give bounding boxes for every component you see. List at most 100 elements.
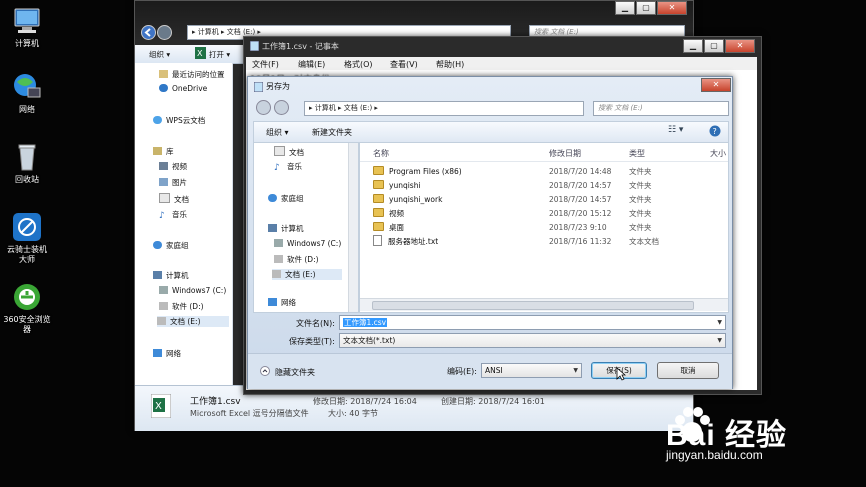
details-modified: 修改日期: 2018/7/24 16:04 [313, 397, 417, 406]
breadcrumb-drive-e[interactable]: 文档 (E:) [344, 104, 372, 112]
maximize-button[interactable]: ▢ [636, 1, 656, 15]
drive-icon [159, 286, 168, 294]
recent-icon [159, 70, 168, 78]
cancel-button[interactable]: 取消 [657, 362, 719, 379]
menu-edit[interactable]: 编辑(E) [298, 59, 325, 70]
hide-folders-toggle[interactable]: 隐藏文件夹 [275, 367, 315, 378]
file-date: 2018/7/20 15:12 [549, 209, 612, 218]
column-type[interactable]: 类型 [629, 148, 645, 159]
close-button[interactable]: ✕ [657, 1, 687, 15]
savetype-select[interactable]: 文本文档(*.txt) ▼ [339, 333, 726, 348]
saveas-search-input[interactable]: 搜索 文档 (E:) [593, 101, 729, 116]
document-icon [274, 146, 285, 156]
nav-homegroup[interactable]: 家庭组 [268, 193, 304, 204]
recycle-bin-icon [12, 142, 42, 172]
file-row[interactable]: Program Files (x86) 2018/7/20 14:48 文件夹 [360, 165, 728, 179]
svg-text:X: X [155, 401, 162, 412]
nav-drive-c[interactable]: Windows7 (C:) [159, 286, 226, 295]
open-button[interactable]: 打开 ▾ [209, 49, 230, 60]
breadcrumb-drive-e[interactable]: 文档 (E:) [227, 28, 255, 36]
menu-help[interactable]: 帮助(H) [436, 59, 464, 70]
view-options-icon[interactable]: ☷ ▾ [668, 125, 683, 135]
saveas-address-bar[interactable]: ▸ 计算机 ▸ 文档 (E:) ▸ [304, 101, 584, 116]
nav-recent[interactable]: 最近访问的位置 [159, 69, 225, 80]
nav-drive-e[interactable]: 文档 (E:) [157, 316, 229, 327]
breadcrumb-computer[interactable]: 计算机 [315, 104, 336, 112]
desktop-icon-label: 云骑士装机 [7, 245, 47, 254]
cloud-icon [153, 116, 162, 124]
file-row[interactable]: yunqishi 2018/7/20 14:57 文件夹 [360, 179, 728, 193]
folder-icon [373, 194, 384, 203]
nav-drive-d[interactable]: 软件 (D:) [274, 254, 319, 265]
help-icon[interactable]: ? [709, 125, 721, 139]
file-type: 文件夹 [629, 209, 652, 218]
organize-button[interactable]: 组织 ▾ [149, 49, 170, 60]
desktop-icon-label: 计算机 [15, 39, 39, 48]
breadcrumb-computer[interactable]: 计算机 [198, 28, 219, 36]
saveas-close-button[interactable]: ✕ [701, 78, 731, 92]
music-icon: ♪ [159, 211, 165, 221]
column-size[interactable]: 大小 [710, 148, 726, 159]
desktop-icon-network[interactable]: 网络 [0, 72, 54, 115]
nav-computer[interactable]: 计算机 [268, 223, 304, 234]
column-date[interactable]: 修改日期 [549, 148, 581, 159]
nav-scrollbar[interactable] [348, 143, 358, 312]
nav-network[interactable]: 网络 [268, 297, 296, 308]
nav-videos[interactable]: 视频 [159, 161, 187, 172]
nav-onedrive[interactable]: OneDrive [159, 84, 207, 93]
column-name[interactable]: 名称 [373, 148, 389, 159]
nav-libraries[interactable]: 库 [153, 146, 174, 157]
text-file-icon [373, 235, 382, 246]
collapse-up-icon[interactable] [260, 366, 270, 378]
minimize-button[interactable]: ▁ [683, 39, 703, 53]
nav-music[interactable]: ♪ 音乐 [274, 161, 302, 173]
horizontal-scrollbar[interactable] [360, 298, 728, 311]
menu-format[interactable]: 格式(O) [344, 59, 373, 70]
back-button[interactable] [141, 25, 156, 42]
desktop-icon-computer[interactable]: 计算机 [0, 6, 54, 49]
menu-file[interactable]: 文件(F) [252, 59, 279, 70]
file-row[interactable]: yunqishi_work 2018/7/20 14:57 文件夹 [360, 193, 728, 207]
file-row[interactable]: 服务器地址.txt 2018/7/16 11:32 文本文档 [360, 235, 728, 249]
desktop-icon-yunqishi[interactable]: 云骑士装机 大师 [0, 212, 54, 265]
homegroup-icon [153, 241, 162, 249]
nav-documents[interactable]: 文档 [274, 146, 304, 158]
desktop-icon-360-browser[interactable]: 360安全浏览 器 [0, 282, 54, 335]
scrollbar-thumb[interactable] [372, 301, 694, 310]
minimize-button[interactable]: ▁ [615, 1, 635, 15]
folder-icon [373, 166, 384, 175]
savetype-value: 文本文档(*.txt) [343, 336, 396, 345]
nav-drive-e[interactable]: 文档 (E:) [272, 269, 342, 280]
nav-network[interactable]: 网络 [153, 348, 181, 359]
file-row[interactable]: 视频 2018/7/20 15:12 文件夹 [360, 207, 728, 221]
saveas-nav-pane: 文档 ♪ 音乐 家庭组 计算机 Windows7 (C:) 软件 (D:) 文档 … [253, 142, 359, 313]
saveas-back-button[interactable] [256, 100, 271, 117]
nav-pictures[interactable]: 图片 [159, 177, 187, 188]
organize-button[interactable]: 组织 ▾ [266, 127, 289, 138]
encoding-select[interactable]: ANSI ▼ [481, 363, 582, 378]
forward-button[interactable] [157, 25, 172, 42]
nav-drive-d[interactable]: 软件 (D:) [159, 301, 204, 312]
desktop-icon-recycle-bin[interactable]: 回收站 [0, 142, 54, 185]
nav-homegroup[interactable]: 家庭组 [153, 240, 189, 251]
nav-computer[interactable]: 计算机 [153, 270, 189, 281]
nav-wps-cloud[interactable]: WPS云文档 [153, 115, 205, 126]
dropdown-arrow-icon[interactable]: ▼ [573, 364, 578, 377]
maximize-button[interactable]: ▢ [704, 39, 724, 53]
saveas-forward-button[interactable] [274, 100, 289, 117]
new-folder-button[interactable]: 新建文件夹 [312, 127, 352, 138]
notepad-icon [249, 40, 260, 53]
dropdown-arrow-icon[interactable]: ▼ [717, 334, 722, 347]
dropdown-arrow-icon[interactable]: ▼ [717, 316, 722, 329]
nav-documents[interactable]: 文档 [159, 193, 189, 205]
excel-file-icon: X [150, 393, 172, 420]
file-row[interactable]: 桌面 2018/7/23 9:10 文件夹 [360, 221, 728, 235]
file-name: 桌面 [373, 221, 404, 235]
filename-input[interactable]: 工作簿1.csv ▼ [339, 315, 726, 330]
svg-text:?: ? [713, 127, 717, 136]
nav-music[interactable]: ♪ 音乐 [159, 209, 187, 221]
nav-drive-c[interactable]: Windows7 (C:) [274, 239, 341, 248]
close-button[interactable]: ✕ [725, 39, 755, 53]
network-icon [153, 349, 162, 357]
menu-view[interactable]: 查看(V) [390, 59, 418, 70]
